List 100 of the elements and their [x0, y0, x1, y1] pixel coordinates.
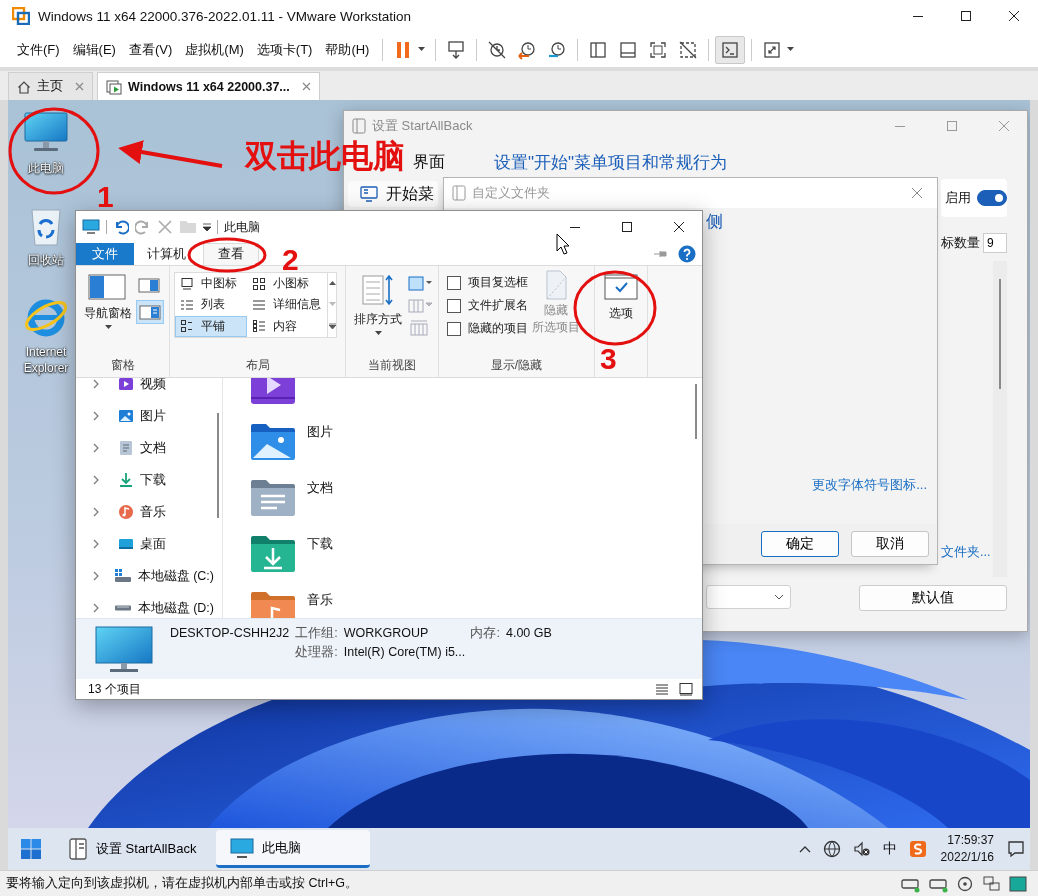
close-button[interactable] — [301, 82, 311, 91]
expand-icon — [328, 322, 336, 329]
toggle-label: 启用 — [945, 189, 971, 207]
chevron-icon — [92, 379, 100, 389]
ribbon-tab[interactable]: 计算机 — [136, 243, 197, 265]
picture-icon — [118, 408, 134, 424]
menu-item[interactable]: 虚拟机(M) — [180, 36, 249, 63]
minimize-icon — [895, 124, 905, 128]
checkbox-option[interactable]: 隐藏的项目 — [447, 320, 528, 337]
layout-option[interactable]: 列表 — [175, 294, 247, 316]
ribbon-tab[interactable]: 文件 — [76, 243, 134, 265]
pane-layout-icon — [88, 272, 128, 302]
checkbox-option[interactable]: 文件扩展名 — [447, 297, 528, 314]
caret-icon — [787, 47, 796, 52]
console-button[interactable] — [715, 35, 746, 64]
toggle-switch[interactable] — [977, 190, 1007, 206]
section-heading: 侧 — [706, 211, 724, 233]
folder-icon — [179, 221, 197, 233]
layout-option[interactable]: 平铺 — [175, 315, 247, 337]
step-number: 1 — [97, 182, 114, 212]
delete-button[interactable] — [157, 219, 173, 235]
monitor-icon — [82, 219, 100, 235]
tab[interactable]: Windows 11 x64 22000.37... — [97, 72, 320, 100]
clock[interactable]: 17:59:37 2022/1/16 — [940, 832, 994, 866]
checked-window-icon — [603, 272, 639, 302]
detail-value: Intel(R) Core(TM) i5... — [343, 645, 467, 659]
details-view-button[interactable] — [654, 682, 670, 696]
undo-icon — [113, 219, 129, 235]
large-icons-view-button[interactable] — [678, 682, 694, 696]
chevron-icon — [92, 443, 100, 453]
undo-button[interactable] — [113, 219, 129, 235]
checkbox-option[interactable]: 项目复选框 — [447, 274, 528, 291]
close-button[interactable] — [75, 82, 84, 91]
nav-item[interactable]: 图片 — [92, 400, 214, 432]
menu-item[interactable]: 文件(F) — [12, 36, 65, 63]
notification-icon — [1006, 839, 1026, 859]
sort-lines-icon — [361, 272, 395, 308]
dialog-title: 自定义文件夹 — [472, 184, 550, 202]
menu-item[interactable]: 选项卡(T) — [251, 36, 318, 63]
taskbar-app[interactable]: 设置 StartAllBack — [54, 830, 211, 868]
pane-layout-icon — [139, 303, 161, 321]
nav-item[interactable]: 音乐 — [92, 496, 214, 528]
sort-button[interactable]: 排序方式 — [350, 270, 406, 355]
layout-option[interactable]: 小图标 — [247, 273, 327, 295]
checkbox[interactable] — [447, 275, 461, 290]
detail-label: 工作组: — [295, 625, 338, 642]
sidebar-item[interactable]: 开始菜 — [348, 181, 438, 207]
caret-icon — [374, 331, 382, 335]
nav-item[interactable]: 下载 — [92, 464, 214, 496]
number-field[interactable]: 9 — [983, 233, 1007, 253]
layout-option[interactable]: 内容 — [247, 315, 327, 337]
caret-button[interactable] — [203, 222, 211, 232]
menu-item[interactable]: 编辑(E) — [67, 36, 121, 63]
folder-item[interactable]: 图片 — [247, 414, 690, 470]
link[interactable]: 文件夹... — [941, 544, 991, 561]
ribbon-tab[interactable]: 查看 — [203, 243, 259, 265]
input-method-indicator[interactable]: 中 — [882, 840, 897, 858]
nav-item[interactable]: 文档 — [92, 432, 214, 464]
music-note-icon — [118, 504, 134, 520]
annotation-text: 双击此电脑 — [245, 140, 405, 172]
layout-option[interactable]: 详细信息 — [247, 294, 327, 316]
close-icon — [75, 82, 84, 91]
dialog-button[interactable]: 确定 — [761, 531, 839, 557]
nav-item[interactable]: 本地磁盘 (C:) — [92, 560, 214, 592]
close-icon — [674, 222, 684, 232]
sidebar-item[interactable]: 界面 — [413, 149, 445, 175]
redo-button[interactable] — [135, 219, 151, 235]
checkbox[interactable] — [447, 321, 461, 336]
squares-logo-icon — [12, 7, 30, 25]
layout-option[interactable]: 中图标 — [175, 273, 247, 295]
group-label: 显示/隐藏 — [489, 357, 544, 374]
step-number: 3 — [600, 344, 617, 374]
item-count: 13 个项目 — [88, 680, 141, 698]
folder-item[interactable]: 文档 — [247, 470, 690, 526]
columns-icon — [406, 296, 432, 314]
folder-item[interactable]: 下载 — [247, 526, 690, 582]
close-icon — [1009, 11, 1019, 21]
detail-label: 处理器: — [295, 644, 338, 661]
nav-item[interactable]: 桌面 — [92, 528, 214, 560]
drive-icon — [113, 605, 132, 611]
reset-button[interactable]: 默认值 — [859, 585, 1007, 611]
menu-item[interactable]: 帮助(H) — [320, 36, 375, 63]
link[interactable]: 更改字体符号图标... — [812, 476, 927, 494]
nav-pane-button[interactable]: 导航窗格 — [80, 270, 136, 355]
tab[interactable]: 主页 — [8, 72, 93, 100]
scroll-up-icon — [328, 281, 336, 286]
chevron-icon — [92, 411, 100, 421]
caret-icon — [418, 47, 427, 52]
step-number: 2 — [282, 245, 299, 275]
caret-icon — [203, 222, 211, 232]
checkbox[interactable] — [447, 298, 461, 313]
details-pane-button[interactable] — [136, 300, 164, 324]
nav-item[interactable]: 本地磁盘 (D:) — [92, 592, 214, 618]
pin-icon — [654, 249, 668, 259]
lines-icon — [654, 682, 670, 696]
taskbar-app[interactable]: 此电脑 — [216, 830, 371, 868]
settings-panel-icon — [68, 838, 88, 860]
menu-item[interactable]: 查看(V) — [123, 36, 178, 63]
four-squares-icon — [20, 838, 42, 860]
dialog-button[interactable]: 取消 — [851, 531, 929, 557]
